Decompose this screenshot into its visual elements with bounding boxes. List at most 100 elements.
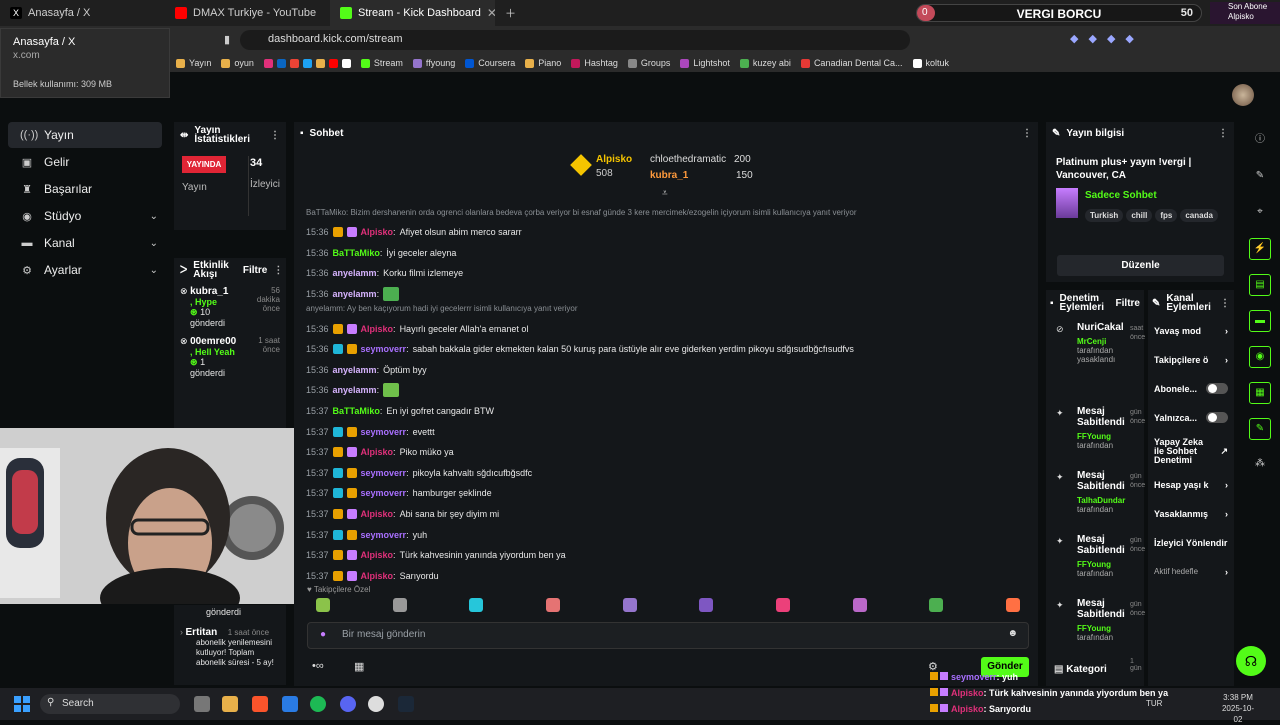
chat-message[interactable]: 15:37 Alpisko: Abi sana bir şey diyim mi xyxy=(306,504,1034,525)
sidebar-item-ayarlar[interactable]: ⚙ Ayarlar ⌄ xyxy=(8,257,162,283)
bookmark-icon-row[interactable] xyxy=(263,58,351,68)
more-icon[interactable]: ⋮ xyxy=(1218,128,1228,139)
chat-message[interactable]: 15:37 seymoverr: evettt xyxy=(306,421,1034,442)
new-tab-button[interactable]: ＋ xyxy=(495,0,525,26)
filter-button[interactable]: Filtre xyxy=(243,265,267,275)
bookmark-item[interactable]: kuzey abi xyxy=(739,58,791,68)
channel-action-item[interactable]: Aktif hedefle › xyxy=(1148,557,1234,586)
chat-input[interactable]: ● Bir mesaj gönderin ☻ xyxy=(307,622,1029,649)
chat-message[interactable]: 15:36 seymoverr: sabah bakkala gider ekmek… xyxy=(306,339,1034,360)
audit-item[interactable]: ✦ Mesaj Sabitlendi gün önce FFYoung tarafınd… xyxy=(1046,400,1145,464)
filter-button[interactable]: Filtre xyxy=(1116,298,1140,308)
more-icon[interactable]: ⋮ xyxy=(1220,298,1230,308)
bookmark-item[interactable]: Groups xyxy=(627,58,670,68)
message-user[interactable]: BaTTaMiko xyxy=(333,406,380,416)
channel-action-item[interactable]: Yapay Zeka ile Sohbet Denetimi ↗ xyxy=(1148,432,1234,470)
tab-youtube[interactable]: DMAX Turkiye - YouTube xyxy=(165,0,330,26)
windows-start-icon[interactable] xyxy=(14,696,30,712)
audit-item[interactable]: ⊘ NuriCakal saat önce MrCenji tarafından yas… xyxy=(1046,316,1145,400)
tab-kick[interactable]: Stream - Kick Dashboard ✕ xyxy=(330,0,495,26)
chat-message[interactable]: 15:37 seymoverr: hamburger şeklinde xyxy=(306,483,1034,504)
task-view-icon[interactable] xyxy=(194,696,210,712)
message-user[interactable]: BaTTaMiko xyxy=(333,248,380,258)
bookmark-item[interactable]: koltuk xyxy=(912,58,949,68)
toggle-switch[interactable] xyxy=(1206,412,1228,423)
message-user[interactable]: seymoverr xyxy=(361,468,407,478)
brave-icon[interactable] xyxy=(252,696,268,712)
bookmark-item[interactable]: Canadian Dental Ca... xyxy=(800,58,903,68)
spotify-icon[interactable] xyxy=(310,696,326,712)
channel-action-item[interactable]: Yalnızca... xyxy=(1148,403,1234,432)
bookmark-item[interactable]: ffyoung xyxy=(412,58,455,68)
message-user[interactable]: seymoverr xyxy=(361,427,407,437)
steam-icon[interactable] xyxy=(398,696,414,712)
extension-icon[interactable]: ◆ xyxy=(1125,32,1133,45)
channel-action-item[interactable]: Abonele... xyxy=(1148,374,1234,403)
chat-message[interactable]: 15:37 seymoverr: yuh xyxy=(306,524,1034,545)
message-user[interactable]: anyelamm xyxy=(333,289,377,299)
audit-item[interactable]: ✦ Mesaj Sabitlendi gün önce TalhaDundar tara… xyxy=(1046,464,1145,528)
info-icon[interactable]: ⓘ xyxy=(1249,130,1271,152)
emote-button[interactable] xyxy=(469,598,484,612)
emote-button[interactable] xyxy=(1005,598,1020,612)
sidebar-item-studyo[interactable]: ◉ Stüdyo ⌄ xyxy=(8,203,162,229)
chat-message[interactable]: 15:37 Alpisko: Türk kahvesinin yanında yiy… xyxy=(306,545,1034,566)
layout-icon[interactable]: ▦ xyxy=(1249,382,1271,404)
taskbar-search[interactable]: ⚲ Search xyxy=(40,694,180,714)
extension-icon[interactable]: ◆ xyxy=(1070,32,1078,45)
file-explorer-icon[interactable] xyxy=(222,696,238,712)
message-user[interactable]: Alpisko xyxy=(361,509,394,519)
message-user[interactable]: Alpisko xyxy=(361,447,394,457)
category-name[interactable]: Sadece Sohbet xyxy=(1085,190,1157,201)
avatar[interactable] xyxy=(1232,84,1254,106)
message-user[interactable]: Alpisko xyxy=(361,571,394,581)
more-icon[interactable]: ⋮ xyxy=(270,130,280,140)
chat-message[interactable]: 15:37 seymoverr: pikoyla kahvaltı sğdıcufb… xyxy=(306,463,1034,484)
app-icon[interactable] xyxy=(282,696,298,712)
sidebar-item-yayin[interactable]: ((·)) Yayın xyxy=(8,122,162,148)
message-user[interactable]: seymoverr xyxy=(361,344,407,354)
channel-action-item[interactable]: Yasaklanmış › xyxy=(1148,499,1234,528)
channel-action-item[interactable]: Yavaş mod › xyxy=(1148,316,1234,345)
chat-message[interactable]: 15:36 anyelamm: xyxy=(306,284,1034,305)
broadcast-icon[interactable]: ◉ xyxy=(1249,346,1271,368)
emote-button[interactable] xyxy=(622,598,637,612)
url-input[interactable]: dashboard.kick.com/stream xyxy=(240,30,910,50)
chat-tools-icon[interactable]: •∞ xyxy=(312,660,324,672)
channel-action-item[interactable]: Hesap yaşı k › xyxy=(1148,470,1234,499)
emote-button[interactable] xyxy=(545,598,560,612)
discord-icon[interactable] xyxy=(340,696,356,712)
bolt-icon[interactable]: ⚡ xyxy=(1249,238,1271,260)
bookmark-item[interactable]: Lightshot xyxy=(680,58,730,68)
sidebar-item-gelir[interactable]: ▣ Gelir xyxy=(8,149,162,175)
chat-message[interactable]: 15:36 anyelamm: Öptüm byy xyxy=(306,360,1034,381)
audit-item[interactable]: ✦ Mesaj Sabitlendi gün önce FFYoung tarafınd… xyxy=(1046,528,1145,592)
bookmark-item[interactable]: Coursera xyxy=(465,58,515,68)
sidebar-item-kanal[interactable]: ▬ Kanal ⌄ xyxy=(8,230,162,256)
chat-message[interactable]: 15:37 BaTTaMiko: En iyi gofret cangadır BT… xyxy=(306,401,1034,422)
emote-button[interactable] xyxy=(852,598,867,612)
store-icon[interactable]: ▦ xyxy=(354,660,364,673)
clipboard-icon[interactable]: ▤ xyxy=(1249,274,1271,296)
message-user[interactable]: Alpisko xyxy=(361,550,394,560)
more-icon[interactable]: ⋮ xyxy=(1022,128,1032,139)
audit-item[interactable]: ✦ Mesaj Sabitlendi gün önce FFYoung tarafınd… xyxy=(1046,592,1145,656)
chat-message[interactable]: 15:36 Alpisko: Hayırlı geceler Allah'a ema… xyxy=(306,318,1034,339)
message-user[interactable]: seymoverr xyxy=(361,488,407,498)
message-user[interactable]: Alpisko xyxy=(361,227,394,237)
emote-button[interactable] xyxy=(775,598,790,612)
message-user[interactable]: anyelamm xyxy=(333,385,377,395)
bookmark-item[interactable]: Hashtag xyxy=(571,58,618,68)
emote-button[interactable] xyxy=(392,598,407,612)
channel-action-item[interactable]: İzleyici Yönlendir xyxy=(1148,528,1234,557)
message-user[interactable]: Alpisko xyxy=(361,324,394,334)
bookmark-item[interactable]: Piano xyxy=(525,58,561,68)
bookmark-item[interactable]: Yayın xyxy=(176,58,211,68)
chat-bubble-icon[interactable]: ▬ xyxy=(1249,310,1271,332)
scroll-down-icon[interactable]: ⩡ xyxy=(662,188,668,199)
toggle-switch[interactable] xyxy=(1206,383,1228,394)
message-user[interactable]: anyelamm xyxy=(333,268,377,278)
wrench-icon[interactable]: ✎ xyxy=(1249,418,1271,440)
emoji-icon[interactable]: ☻ xyxy=(1007,628,1018,639)
channel-action-item[interactable]: Takipçilere ö › xyxy=(1148,345,1234,374)
